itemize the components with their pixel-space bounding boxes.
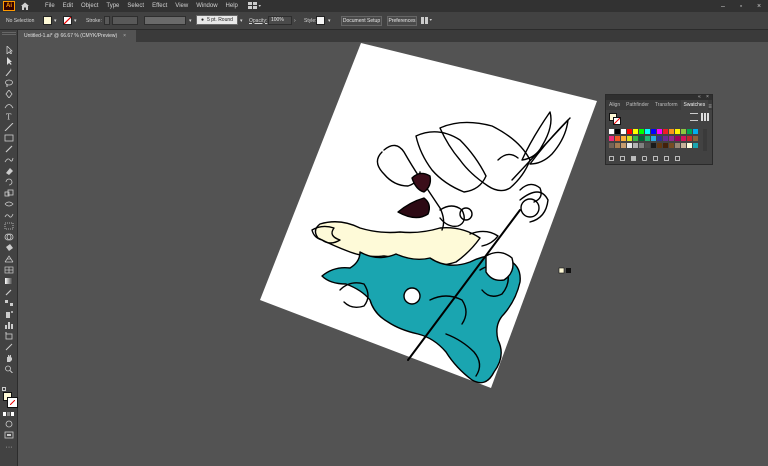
swatches-panel: « × Align Pathfinder Transform Swatches …: [605, 94, 713, 165]
swatch-cell[interactable]: [609, 129, 614, 134]
swatch-cell[interactable]: [693, 136, 698, 141]
swatch-cell[interactable]: [687, 136, 692, 141]
panel-footer-icons: [609, 154, 709, 162]
swatch-cell[interactable]: [615, 129, 620, 134]
panel-stroke-swatch[interactable]: [613, 117, 621, 125]
swatch-cell[interactable]: [645, 143, 650, 148]
swatch-cell[interactable]: [687, 129, 692, 134]
new-color-group-icon[interactable]: [653, 155, 658, 161]
swatch-cell[interactable]: [627, 143, 632, 148]
swatch-cell[interactable]: [615, 136, 620, 141]
swatch-cell[interactable]: [669, 136, 674, 141]
swatch-cell[interactable]: [645, 136, 650, 141]
swatch-cell[interactable]: [639, 129, 644, 134]
floating-swatch-indicator: [558, 267, 571, 274]
swatch-cell[interactable]: [651, 136, 656, 141]
swatch-cell[interactable]: [609, 143, 614, 148]
delete-swatch-icon[interactable]: [675, 155, 680, 161]
swatch-cell[interactable]: [657, 129, 662, 134]
hand: [485, 251, 514, 282]
swatch-cell[interactable]: [633, 143, 638, 148]
swatch-cell[interactable]: [669, 129, 674, 134]
swatch-cell[interactable]: [633, 129, 638, 134]
swatch-cell[interactable]: [621, 143, 626, 148]
swatch-cell[interactable]: [675, 129, 680, 134]
swatch-cell[interactable]: [621, 136, 626, 141]
panel-tabs: Align Pathfinder Transform Swatches ≡: [606, 100, 712, 110]
swatch-cell[interactable]: [639, 143, 644, 148]
swatch-cell[interactable]: [645, 129, 650, 134]
swatch-cell[interactable]: [675, 136, 680, 141]
swatch-options-icon[interactable]: [642, 155, 647, 161]
swatch-cell[interactable]: [669, 143, 674, 148]
swatch-cell[interactable]: [687, 143, 692, 148]
swatch-cell[interactable]: [675, 143, 680, 148]
swatch-cell[interactable]: [639, 136, 644, 141]
swatch-cell[interactable]: [693, 143, 698, 148]
button-circle: [403, 287, 421, 305]
panel-menu-icon[interactable]: ≡: [708, 104, 712, 110]
swatch-cell[interactable]: [681, 136, 686, 141]
swatch-cell[interactable]: [621, 129, 626, 134]
swatch-cell[interactable]: [651, 143, 656, 148]
swatch-grid: [609, 129, 701, 151]
show-kinds-icon[interactable]: [631, 155, 636, 161]
swatch-libraries-icon[interactable]: [609, 155, 614, 161]
tab-swatches[interactable]: Swatches: [680, 100, 709, 110]
swatch-cell[interactable]: [657, 143, 662, 148]
panel-scrollbar[interactable]: [703, 129, 707, 151]
swatch-cell[interactable]: [663, 136, 668, 141]
tab-pathfinder[interactable]: Pathfinder: [623, 100, 652, 110]
swatch-cell[interactable]: [681, 129, 686, 134]
swatch-cell[interactable]: [651, 129, 656, 134]
tab-transform[interactable]: Transform: [652, 100, 681, 110]
swatch-cell[interactable]: [663, 129, 668, 134]
canvas-artwork: [260, 43, 597, 388]
swatch-cell[interactable]: [627, 129, 632, 134]
list-view-icon[interactable]: [690, 113, 698, 121]
thumbnail-view-icon[interactable]: [701, 113, 709, 121]
swatch-cell[interactable]: [663, 143, 668, 148]
swatch-cell[interactable]: [681, 143, 686, 148]
swatch-cell[interactable]: [615, 143, 620, 148]
swatch-cell[interactable]: [609, 136, 614, 141]
swatch-cell[interactable]: [633, 136, 638, 141]
tab-align[interactable]: Align: [606, 100, 623, 110]
place-swatches-icon[interactable]: [620, 155, 625, 161]
swatch-cell[interactable]: [657, 136, 662, 141]
swatch-cell[interactable]: [693, 129, 698, 134]
new-swatch-icon[interactable]: [664, 155, 669, 161]
swatch-cell[interactable]: [627, 136, 632, 141]
